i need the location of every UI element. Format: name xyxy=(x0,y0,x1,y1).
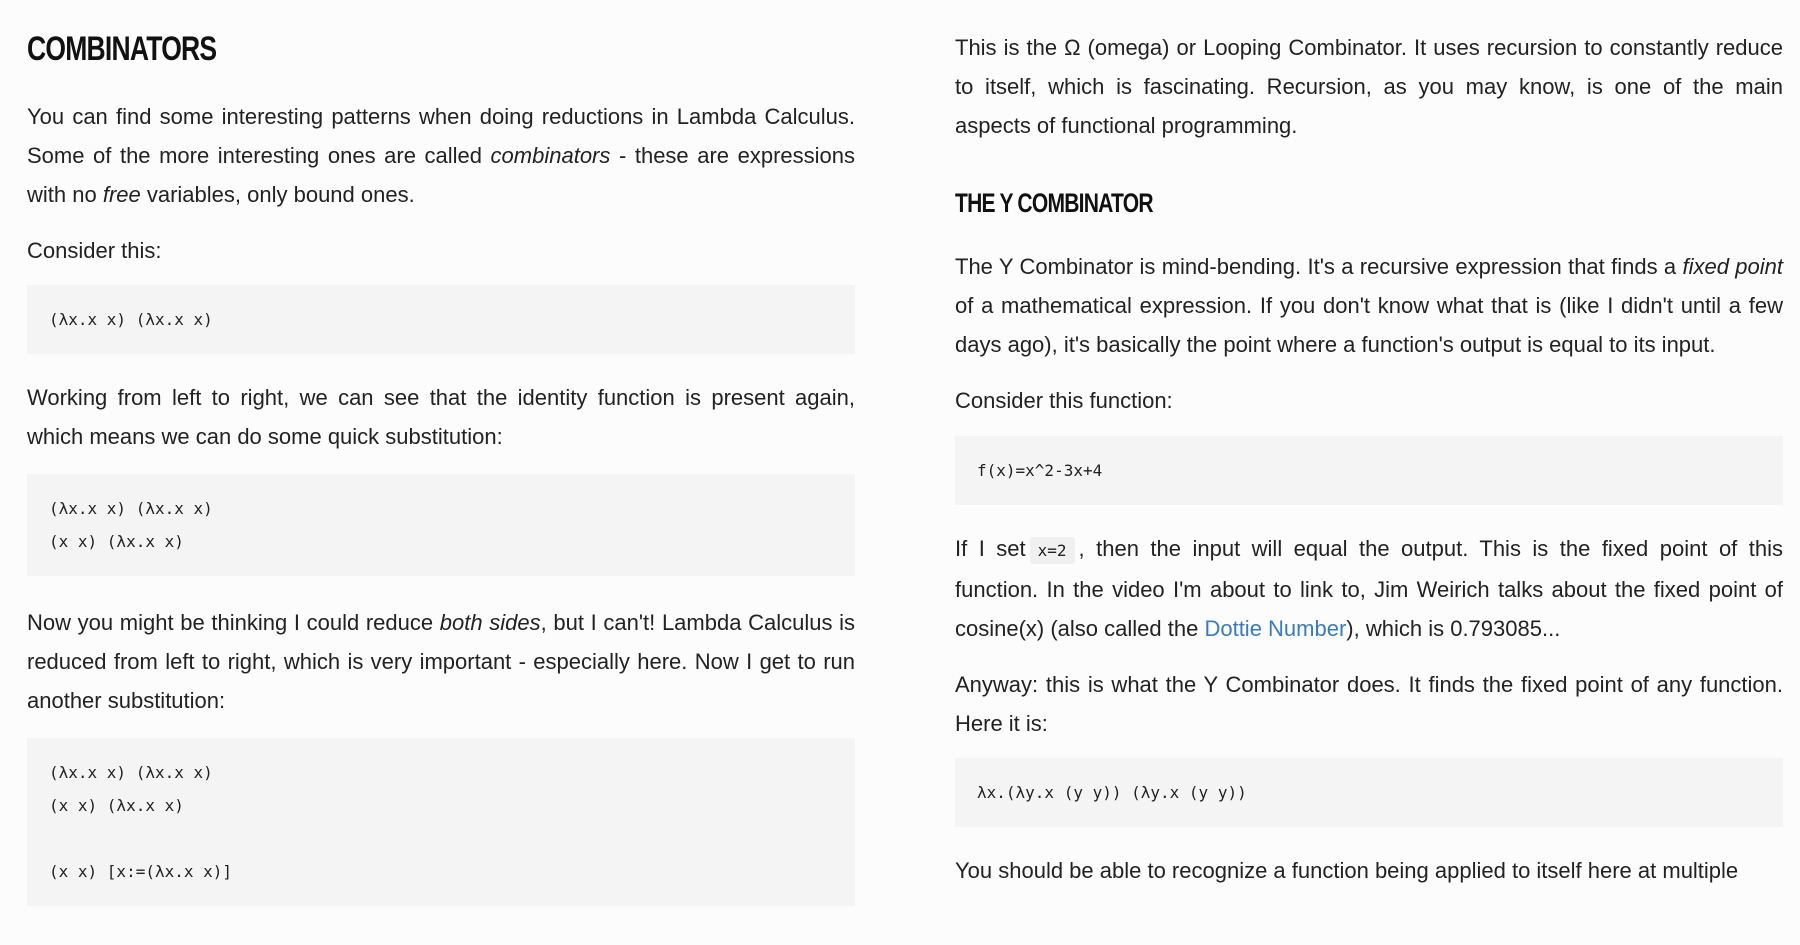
recognize-paragraph: You should be able to recognize a functi… xyxy=(955,858,1739,883)
section-heading-y-combinator: THE Y COMBINATOR xyxy=(955,188,1154,218)
code-block-y-combinator: λx.(λy.x (y y)) (λy.x (y y)) xyxy=(955,758,1783,827)
y-intro-text-a: The Y Combinator is mind-bending. It's a… xyxy=(955,254,1683,279)
intro-emphasis-free: free xyxy=(102,182,141,207)
combinators-intro-paragraph: You can find some interesting patterns w… xyxy=(27,97,855,214)
right-column: This is the Ω (omega) or Looping Combina… xyxy=(955,0,1783,890)
inline-code-x2: x=2 xyxy=(1029,537,1075,564)
both-sides-emphasis: both sides xyxy=(439,610,541,635)
code-block-substitution-2: (λx.x x) (λx.x x) (x x) (λx.x x) (x x) [… xyxy=(27,738,855,906)
omega-description-paragraph: This is the Ω (omega) or Looping Combina… xyxy=(955,35,1783,138)
code-block-function: f(x)=x^2-3x+4 xyxy=(955,436,1783,505)
anyway-paragraph: Anyway: this is what the Y Combinator do… xyxy=(955,672,1783,736)
both-sides-paragraph: Now you might be thinking I could reduce… xyxy=(27,603,855,720)
dottie-number-link[interactable]: Dottie Number xyxy=(1204,616,1346,641)
left-column: COMBINATORS You can find some interestin… xyxy=(27,0,855,906)
both-sides-text-a: Now you might be thinking I could reduce xyxy=(27,610,440,635)
y-combinator-intro-paragraph: The Y Combinator is mind-bending. It's a… xyxy=(955,247,1783,364)
consider-this-paragraph: Consider this: xyxy=(27,238,162,263)
intro-emphasis-combinators: combinators xyxy=(490,143,611,168)
intro-text-c: variables, only bound ones. xyxy=(140,182,415,207)
fixed-point-paragraph: If I set x=2, then the input will equal t… xyxy=(955,529,1783,648)
y-intro-emphasis-fixed-point: fixed point xyxy=(1682,254,1783,279)
code-block-omega: (λx.x x) (λx.x x) xyxy=(27,285,855,354)
consider-function-paragraph: Consider this function: xyxy=(955,388,1173,413)
code-block-substitution-1: (λx.x x) (λx.x x) (x x) (λx.x x) xyxy=(27,474,855,576)
fixed-point-text-c: ), which is 0.793085... xyxy=(1346,616,1561,641)
y-intro-text-b: of a mathematical expression. If you don… xyxy=(955,293,1783,357)
section-heading-combinators: COMBINATORS xyxy=(27,30,217,68)
fixed-point-text-a: If I set xyxy=(955,536,1026,561)
working-left-to-right-paragraph: Working from left to right, we can see t… xyxy=(27,385,855,449)
